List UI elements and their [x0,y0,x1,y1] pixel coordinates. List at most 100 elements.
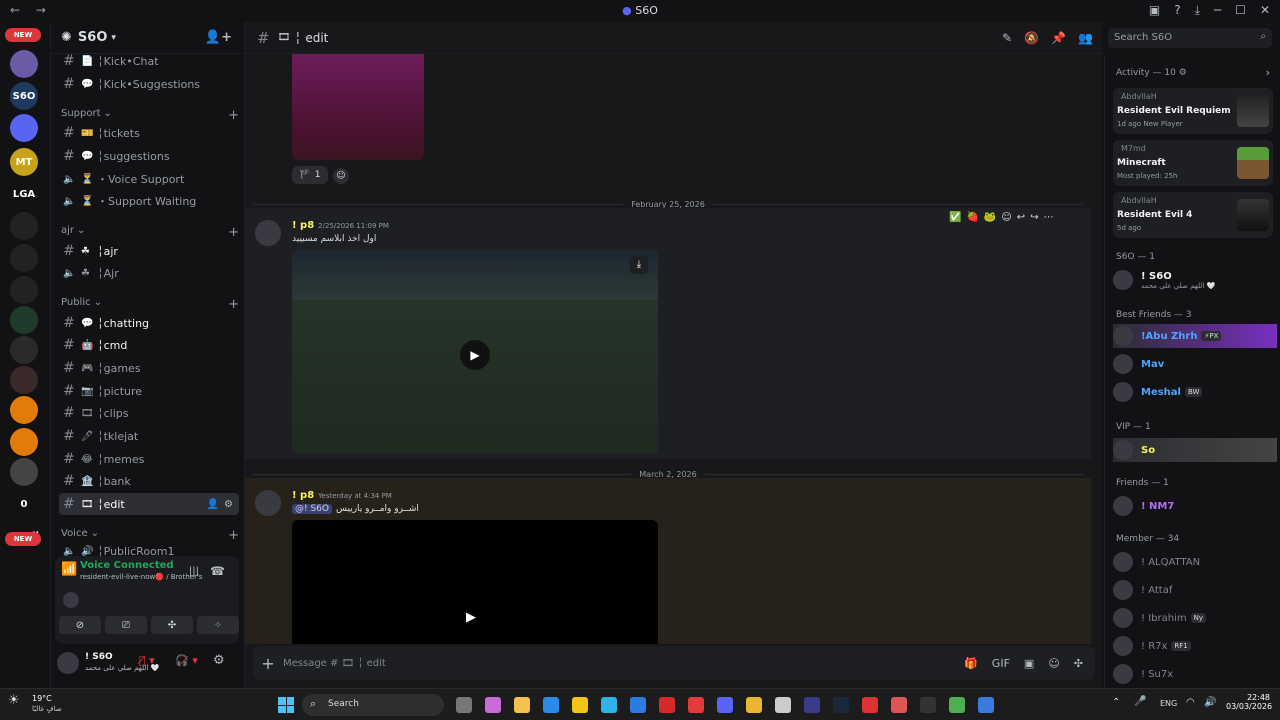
language-indicator[interactable]: ENG [1160,699,1177,708]
notification-bell-icon[interactable]: 🔕 [1024,31,1039,45]
help-icon[interactable]: ? [1174,3,1180,18]
reply-icon[interactable]: ↩ [1017,212,1025,223]
server-icon[interactable] [10,366,38,394]
member-item[interactable]: ! R7x RF1 [1113,634,1277,658]
member-item[interactable]: Meshal BW [1113,380,1277,404]
channel-item[interactable]: # 💬 ╎chatting [59,312,239,334]
search-input[interactable]: Search S6O ⌕ [1108,28,1272,48]
server-icon[interactable] [10,276,38,304]
server-icon[interactable] [10,50,38,78]
server-icon[interactable] [10,396,38,424]
add-channel-icon[interactable]: + [228,225,239,240]
activity-header[interactable]: Activity — 10 ⚙ [1116,68,1187,78]
steam-icon[interactable] [833,697,849,713]
weather-icon[interactable]: ☀ [8,693,20,708]
taskbar-search[interactable]: ⌕ Search [302,694,444,716]
reaction-pill[interactable]: 🏴 1 [292,166,328,184]
check-reaction-icon[interactable]: ✅ [949,212,961,223]
server-icon[interactable] [10,244,38,272]
channel-item[interactable]: # 🎫 ╎tickets [59,122,239,144]
add-channel-icon[interactable]: + [228,108,239,123]
member-item[interactable]: Mav [1113,352,1277,376]
server-icon[interactable]: LGA [10,180,38,208]
member-item[interactable]: ! Attaf [1113,578,1277,602]
server-icon[interactable] [10,336,38,364]
store-icon[interactable] [543,697,559,713]
noise-icon[interactable]: ||| [189,566,199,577]
channel-item[interactable]: 🔈 ⏳ ・Voice Support [59,168,239,190]
threads-icon[interactable]: ✎ [1002,31,1012,45]
channel-item[interactable]: # 🏦 ╎bank [59,470,239,492]
download-icon[interactable]: ⤓ [630,256,648,274]
channel-item[interactable]: 🔈 ⏳ ・Support Waiting [59,190,239,212]
attach-plus-icon[interactable]: + [253,654,283,673]
discord-icon[interactable] [717,697,733,713]
member-item[interactable]: ! ALQATTAN [1113,550,1277,574]
channel-item[interactable]: # 🎞 ╎edit 👤 ⚙ [59,493,239,515]
file-explorer-icon[interactable] [514,697,530,713]
invite-icon[interactable]: 👤 [207,499,219,510]
member-item[interactable]: ! NM7 [1113,494,1277,518]
channel-item[interactable]: # 📷 ╎picture [59,380,239,402]
more-icon[interactable]: ⋯ [1044,212,1054,223]
reaction-icon[interactable]: 🐸 [984,212,996,223]
app-icon[interactable] [688,697,704,713]
server-icon[interactable]: MT [10,148,38,176]
chrome-icon[interactable] [746,697,762,713]
settings-gear-icon[interactable]: ⚙ [213,653,225,668]
composer-placeholder[interactable]: Message # 🎞 ╎ edit [283,658,386,669]
settings-gear-icon[interactable]: ⚙ [224,499,233,510]
channel-item[interactable]: # ☘ ╎ajr [59,240,239,262]
channel-item[interactable]: # 🎞 ╎clips [59,402,239,424]
close-button[interactable]: ✕ [1260,3,1270,18]
edge-icon[interactable] [601,697,617,713]
camera-off-button[interactable]: ⊘ [59,616,101,634]
channel-item[interactable]: # 😂 ╎memes [59,448,239,470]
invite-icon[interactable]: 👤+ [205,30,232,45]
play-button[interactable]: ▶ [460,340,490,370]
activity-card[interactable]: AbdvllaH Resident Evil Requiem 1d ago New … [1113,88,1273,134]
download-icon[interactable]: ⤓ [1195,3,1200,18]
gif-icon[interactable]: GIF [992,657,1010,670]
member-item[interactable]: !Abu Zhrh ⚡PX [1113,324,1277,348]
server-icon[interactable]: S6O [10,82,38,110]
activity-card[interactable]: AbdvllaH Resident Evil 4 5d ago [1113,192,1273,238]
app-icon[interactable] [804,697,820,713]
channel-item[interactable]: # 🎮 ╎games [59,357,239,379]
clock[interactable]: 22:48 03/03/2026 [1226,693,1272,711]
task-view-icon[interactable] [456,697,472,713]
pin-icon[interactable]: 📌 [1051,31,1066,45]
app-icon[interactable] [891,697,907,713]
windows-start-icon[interactable] [278,697,294,713]
members-icon[interactable]: 👥 [1078,31,1093,45]
server-icon[interactable] [10,212,38,240]
app-icon[interactable] [775,697,791,713]
mic-icon[interactable]: 🎤 [1134,696,1146,707]
user-mention[interactable]: @! S6O [292,504,332,514]
app-icon[interactable] [862,697,878,713]
emoji-icon[interactable]: ☺ [1048,657,1059,670]
category-voice[interactable]: Voice ⌄ + [61,528,239,543]
avatar[interactable] [255,220,281,246]
channel-item[interactable]: # 🤖 ╎cmd [59,334,239,356]
video-attachment[interactable]: ▶ [292,520,658,644]
app-icon[interactable] [572,697,588,713]
volume-icon[interactable]: 🔊 [1204,697,1216,708]
add-reaction-icon[interactable]: ☺ [1001,212,1011,223]
maximize-button[interactable]: ☐ [1235,3,1246,18]
message-composer[interactable]: + Message # 🎞 ╎ edit 🎁 GIF ▣ ☺ ✣ [253,646,1095,680]
server-icon[interactable] [10,458,38,486]
member-item[interactable]: ! Su7x [1113,662,1277,686]
image-attachment[interactable] [292,54,424,160]
category-public[interactable]: Public ⌄ + [61,297,239,312]
tray-chevron-icon[interactable]: ⌃ [1112,697,1120,708]
copilot-icon[interactable] [485,697,501,713]
channel-item[interactable]: # 📄 ╎Kick•Chat [59,50,239,72]
inbox-icon[interactable]: ▣ [1149,3,1160,18]
wifi-icon[interactable]: ◠ [1186,697,1195,708]
member-item[interactable]: ! Ibrahim Ny [1113,606,1277,630]
terminal-icon[interactable] [920,697,936,713]
add-channel-icon[interactable]: + [228,297,239,312]
channel-item[interactable]: 🔈 ☘ ╎Ajr [59,262,239,284]
app-icon[interactable] [630,697,646,713]
